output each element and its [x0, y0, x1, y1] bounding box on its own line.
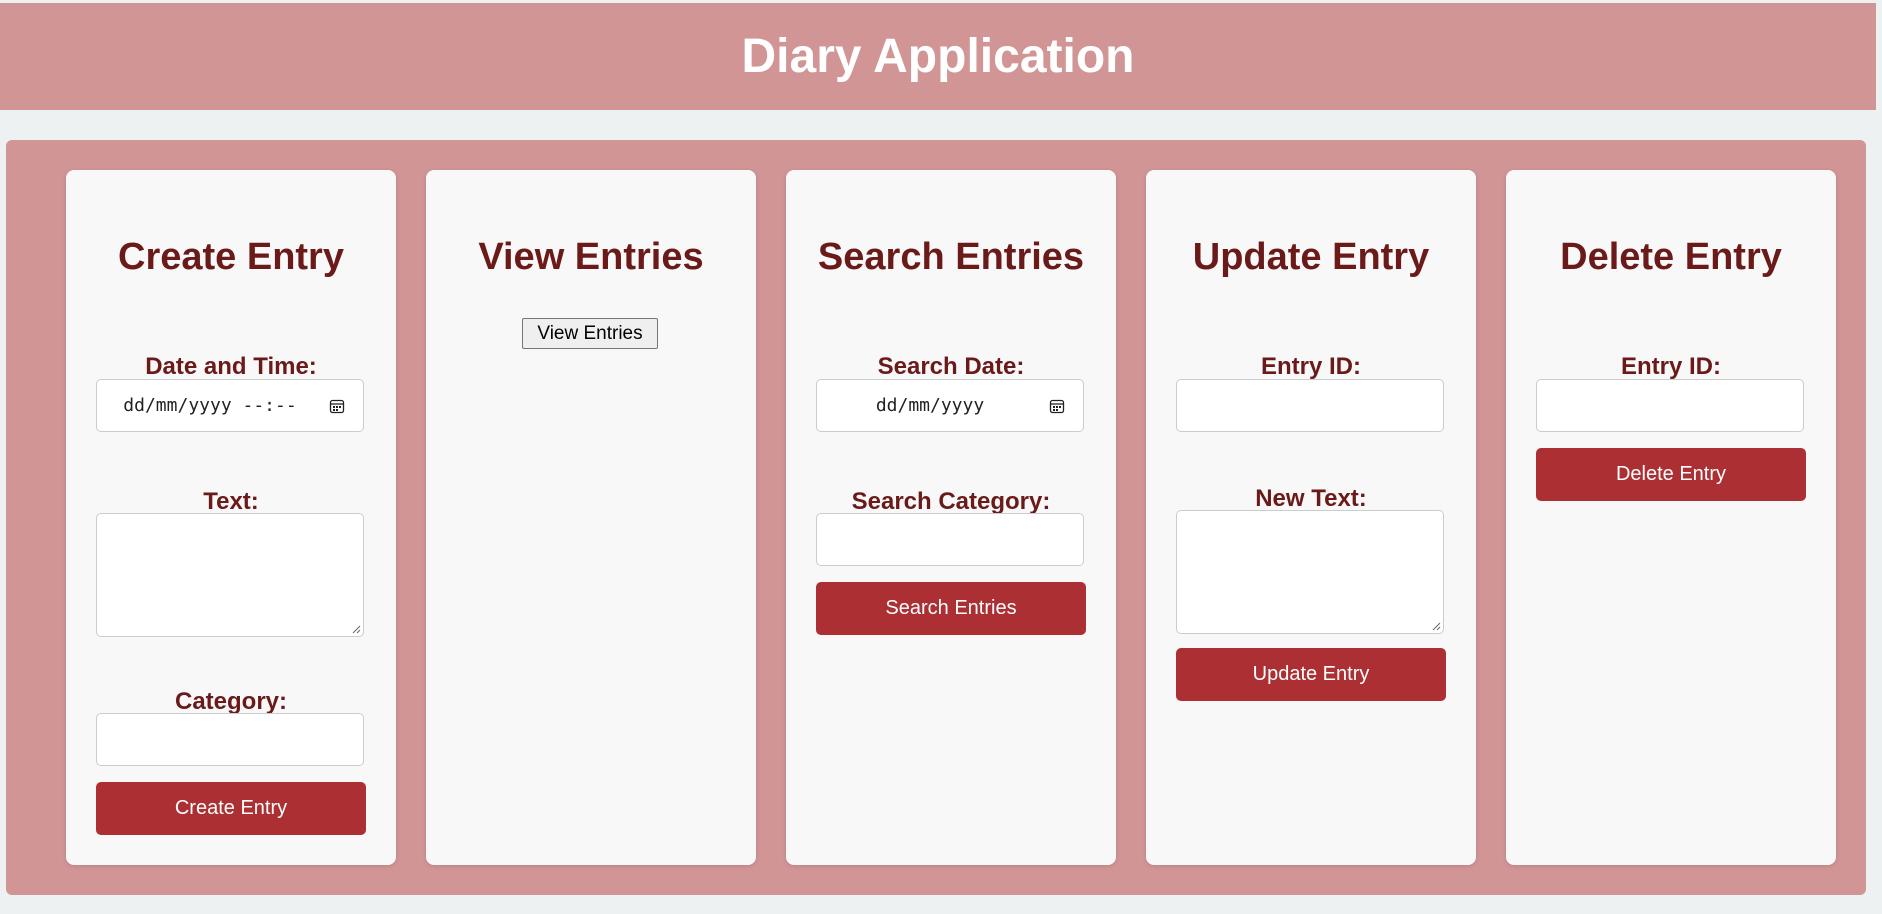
- delete-entry-card: Delete Entry Entry ID: Delete Entry: [1506, 170, 1836, 865]
- view-entries-card: View Entries View Entries: [426, 170, 756, 865]
- new-text-label: New Text:: [1255, 485, 1367, 512]
- new-text-textarea[interactable]: [1176, 510, 1444, 634]
- update-entry-id-input[interactable]: [1176, 379, 1444, 432]
- calendar-icon[interactable]: [1049, 398, 1065, 414]
- app-title: Diary Application: [741, 30, 1135, 83]
- search-entries-button[interactable]: Search Entries: [816, 582, 1086, 635]
- resize-grip-icon[interactable]: [1431, 621, 1441, 631]
- delete-entry-id-input[interactable]: [1536, 379, 1804, 432]
- main-panel: Create Entry Date and Time: dd/mm/yyyy -…: [6, 140, 1866, 895]
- create-entry-card: Create Entry Date and Time: dd/mm/yyyy -…: [66, 170, 396, 865]
- search-entries-card: Search Entries Search Date: dd/mm/yyyy S…: [786, 170, 1116, 865]
- delete-entry-id-label: Entry ID:: [1620, 353, 1721, 380]
- delete-entry-button[interactable]: Delete Entry: [1536, 448, 1806, 501]
- search-category-input[interactable]: [816, 513, 1084, 566]
- text-label: Text:: [203, 488, 259, 515]
- text-textarea[interactable]: [96, 513, 364, 637]
- create-entry-button[interactable]: Create Entry: [96, 782, 366, 835]
- search-category-label: Search Category:: [851, 488, 1051, 515]
- datetime-label: Date and Time:: [145, 353, 317, 380]
- datetime-placeholder: dd/mm/yyyy --:--: [123, 395, 297, 416]
- search-date-input[interactable]: dd/mm/yyyy: [816, 379, 1084, 432]
- update-entry-card: Update Entry Entry ID: New Text: Update …: [1146, 170, 1476, 865]
- update-entry-heading: Update Entry: [1192, 236, 1430, 278]
- search-date-placeholder: dd/mm/yyyy: [875, 395, 985, 416]
- search-entries-heading: Search Entries: [817, 236, 1085, 278]
- update-entry-button[interactable]: Update Entry: [1176, 648, 1446, 701]
- view-entries-button[interactable]: View Entries: [522, 318, 658, 349]
- calendar-icon[interactable]: [329, 398, 345, 414]
- update-entry-id-label: Entry ID:: [1260, 353, 1361, 380]
- category-input[interactable]: [96, 713, 364, 766]
- resize-grip-icon[interactable]: [351, 624, 361, 634]
- delete-entry-heading: Delete Entry: [1560, 236, 1782, 278]
- view-entries-heading: View Entries: [478, 236, 704, 278]
- search-date-label: Search Date:: [877, 353, 1025, 380]
- datetime-input[interactable]: dd/mm/yyyy --:--: [96, 379, 364, 432]
- category-label: Category:: [174, 688, 288, 715]
- app-header: Diary Application: [0, 3, 1876, 110]
- create-entry-heading: Create Entry: [118, 236, 344, 278]
